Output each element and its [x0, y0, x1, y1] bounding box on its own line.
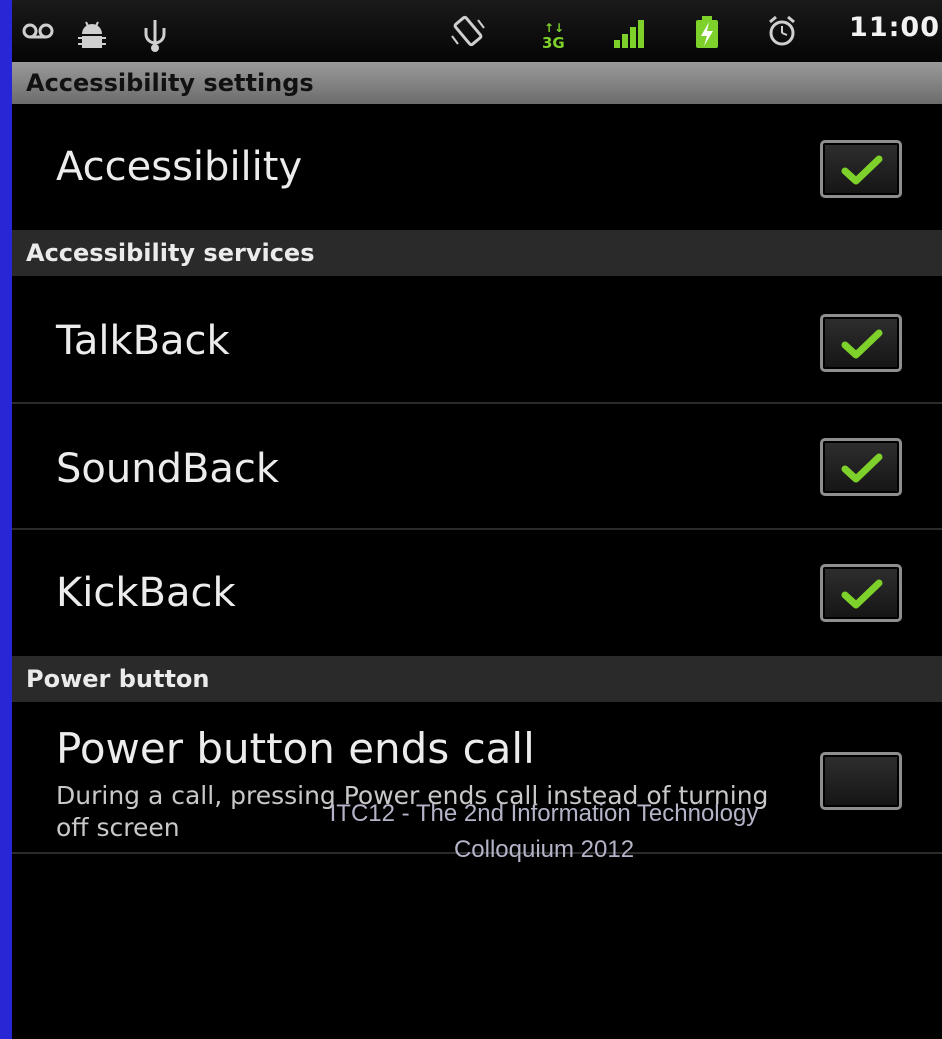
android-debug-icon: [78, 21, 106, 48]
checkmark-icon: [841, 579, 883, 609]
phone-screen: ↑↓ 3G 11:00 Accessibility settings Acces…: [12, 0, 942, 1039]
svg-text:↑↓: ↑↓: [544, 21, 564, 35]
soundback-checkbox[interactable]: [820, 438, 902, 496]
alarm-icon: [769, 15, 795, 46]
checkmark-icon: [841, 453, 883, 483]
checkmark-icon: [841, 155, 883, 185]
talkback-checkbox[interactable]: [820, 314, 902, 372]
svg-text:3G: 3G: [542, 34, 565, 52]
status-time: 11:00: [849, 12, 940, 43]
soundback-row[interactable]: SoundBack: [12, 404, 942, 530]
battery-charging-icon: [696, 16, 718, 48]
signal-icon: [614, 20, 644, 48]
kickback-row[interactable]: KickBack: [12, 530, 942, 656]
accessibility-checkbox[interactable]: [820, 140, 902, 198]
usb-icon: [144, 20, 166, 52]
row-label: Power button ends call: [56, 724, 535, 773]
row-label: KickBack: [56, 570, 236, 616]
slide-footer: ITC12 - The 2nd Information Technology C…: [0, 796, 942, 868]
row-label: Accessibility: [56, 144, 303, 190]
talkback-row[interactable]: TalkBack: [12, 276, 942, 404]
kickback-checkbox[interactable]: [820, 564, 902, 622]
screen-title: Accessibility settings: [12, 62, 942, 104]
row-label: SoundBack: [56, 446, 280, 492]
section-header-accessibility-services: Accessibility services: [12, 230, 942, 276]
vibrate-icon: [451, 15, 485, 47]
voicemail-icon: [22, 23, 54, 39]
checkmark-icon: [841, 329, 883, 359]
accessibility-row[interactable]: Accessibility: [12, 104, 942, 230]
footer-line-1: ITC12 - The 2nd Information Technology: [329, 800, 759, 827]
row-label: TalkBack: [56, 318, 230, 364]
status-bar: ↑↓ 3G 11:00: [12, 0, 942, 62]
3g-icon: ↑↓ 3G: [542, 21, 565, 52]
slide: ↑↓ 3G 11:00 Accessibility settings Acces…: [0, 0, 942, 1039]
footer-line-2: Colloquium 2012: [453, 836, 635, 863]
section-header-power-button: Power button: [12, 656, 942, 702]
